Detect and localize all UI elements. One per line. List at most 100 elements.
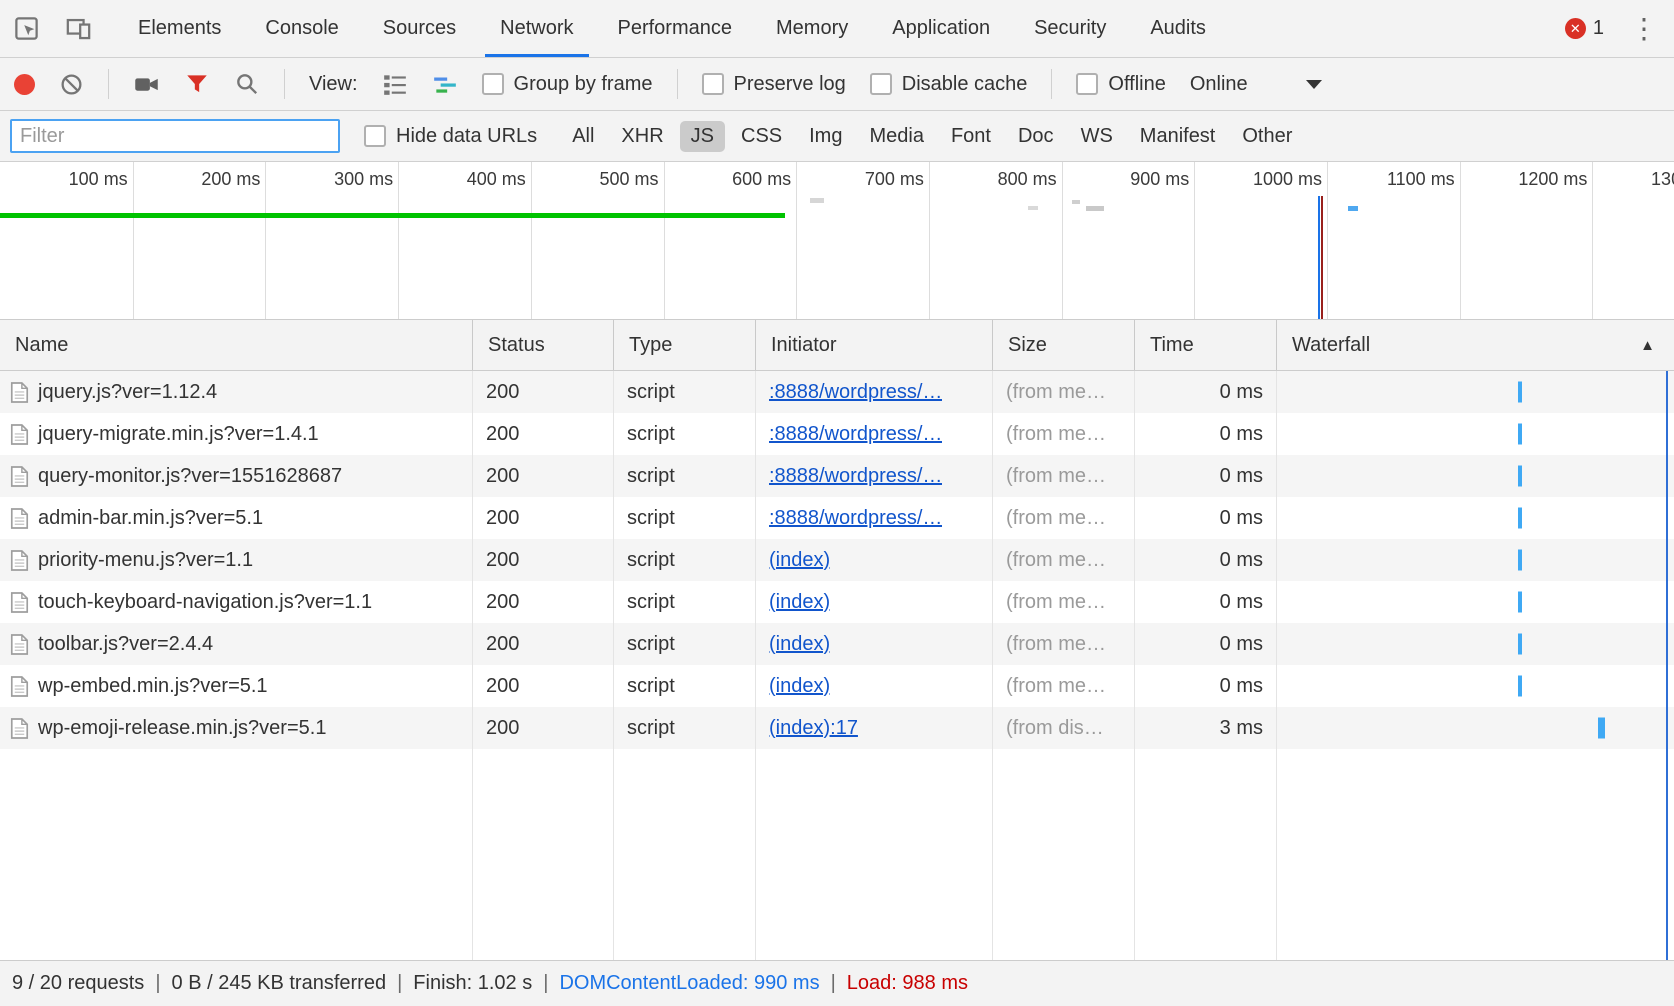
filter-pill-css[interactable]: CSS (730, 121, 793, 152)
request-size: (from me… (993, 413, 1135, 455)
initiator-link[interactable]: (index):17 (769, 717, 858, 740)
initiator-link[interactable]: (index) (769, 675, 830, 698)
waterfall-cell (1277, 623, 1674, 665)
tab-memory[interactable]: Memory (754, 0, 870, 57)
request-name: jquery-migrate.min.js?ver=1.4.1 (38, 423, 319, 446)
offline-checkbox[interactable] (1076, 73, 1098, 95)
network-request-row[interactable]: wp-emoji-release.min.js?ver=5.1 200 scri… (0, 707, 1674, 749)
requests-table: Name Status Type Initiator Size Time Wat… (0, 320, 1674, 960)
throttling-caret-icon[interactable] (1306, 80, 1322, 89)
overview-activity-mark (1072, 200, 1080, 204)
request-status: 200 (473, 665, 614, 707)
network-toolbar: View: Group by frame Preserve log (0, 58, 1674, 111)
request-size: (from me… (993, 455, 1135, 497)
filter-pill-manifest[interactable]: Manifest (1129, 121, 1227, 152)
network-request-row[interactable]: wp-embed.min.js?ver=5.1 200 script (inde… (0, 665, 1674, 707)
request-size: (from me… (993, 665, 1135, 707)
group-by-frame-checkbox[interactable] (482, 73, 504, 95)
request-status: 200 (473, 623, 614, 665)
column-header-type[interactable]: Type (614, 320, 756, 370)
column-header-initiator[interactable]: Initiator (756, 320, 993, 370)
initiator-link[interactable]: :8888/wordpress/… (769, 465, 942, 488)
filter-pill-doc[interactable]: Doc (1007, 121, 1065, 152)
filter-pill-xhr[interactable]: XHR (610, 121, 674, 152)
show-overview-icon[interactable] (432, 71, 458, 97)
network-request-row[interactable]: jquery-migrate.min.js?ver=1.4.1 200 scri… (0, 413, 1674, 455)
column-header-time[interactable]: Time (1135, 320, 1277, 370)
tab-audits[interactable]: Audits (1128, 0, 1228, 57)
network-request-row[interactable]: touch-keyboard-navigation.js?ver=1.1 200… (0, 581, 1674, 623)
network-request-row[interactable]: jquery.js?ver=1.12.4 200 script :8888/wo… (0, 371, 1674, 413)
table-rows: jquery.js?ver=1.12.4 200 script :8888/wo… (0, 371, 1674, 749)
toolbar-divider (677, 69, 678, 99)
more-menu-icon[interactable]: ⋮ (1630, 15, 1658, 43)
large-request-rows-icon[interactable] (382, 71, 408, 97)
hide-data-urls-checkbox[interactable] (364, 125, 386, 147)
initiator-link[interactable]: :8888/wordpress/… (769, 507, 942, 530)
inspect-element-icon[interactable] (0, 0, 52, 57)
request-type: script (614, 455, 756, 497)
network-request-row[interactable]: priority-menu.js?ver=1.1 200 script (ind… (0, 539, 1674, 581)
timeline-label: 1100 ms (1387, 169, 1455, 190)
filter-funnel-icon[interactable] (184, 71, 210, 97)
timeline-label: 100 ms (69, 169, 128, 190)
initiator-link[interactable]: (index) (769, 591, 830, 614)
tab-sources[interactable]: Sources (361, 0, 478, 57)
column-header-status[interactable]: Status (473, 320, 614, 370)
column-header-name[interactable]: Name (0, 320, 473, 370)
request-type: script (614, 371, 756, 413)
tab-performance[interactable]: Performance (596, 0, 755, 57)
timeline-label: 800 ms (998, 169, 1057, 190)
filter-pill-all[interactable]: All (561, 121, 605, 152)
waterfall-tick (1518, 382, 1522, 403)
initiator-link[interactable]: :8888/wordpress/… (769, 381, 942, 404)
tab-network[interactable]: Network (478, 0, 595, 57)
filter-pill-js[interactable]: JS (680, 121, 725, 152)
tab-console[interactable]: Console (243, 0, 360, 57)
clear-icon[interactable] (59, 72, 84, 97)
throttling-select[interactable]: Online (1190, 73, 1248, 96)
file-icon (10, 633, 29, 656)
preserve-log-checkbox[interactable] (702, 73, 724, 95)
tab-strip: ElementsConsoleSourcesNetworkPerformance… (116, 0, 1228, 57)
search-icon[interactable] (234, 71, 260, 97)
initiator-link[interactable]: (index) (769, 549, 830, 572)
load-time[interactable]: Load: 988 ms (847, 972, 968, 995)
summary-status-bar: 9 / 20 requests | 0 B / 245 KB transferr… (0, 960, 1674, 1006)
initiator-link[interactable]: :8888/wordpress/… (769, 423, 942, 446)
tab-elements[interactable]: Elements (116, 0, 243, 57)
initiator-link[interactable]: (index) (769, 633, 830, 656)
column-header-size[interactable]: Size (993, 320, 1135, 370)
request-time: 0 ms (1135, 581, 1277, 623)
capture-screenshots-icon[interactable] (133, 71, 160, 98)
group-by-frame-toggle: Group by frame (482, 73, 653, 96)
waterfall-tick (1518, 466, 1522, 487)
request-type: script (614, 623, 756, 665)
toolbar-divider (1051, 69, 1052, 99)
timeline-label: 200 ms (201, 169, 260, 190)
filter-input[interactable] (10, 119, 340, 153)
network-request-row[interactable]: admin-bar.min.js?ver=5.1 200 script :888… (0, 497, 1674, 539)
network-request-row[interactable]: toolbar.js?ver=2.4.4 200 script (index) … (0, 623, 1674, 665)
request-type: script (614, 413, 756, 455)
filter-pill-other[interactable]: Other (1231, 121, 1303, 152)
timeline-label: 1300 ms (1651, 169, 1674, 190)
disable-cache-checkbox[interactable] (870, 73, 892, 95)
device-toolbar-icon[interactable] (52, 0, 104, 57)
tab-application[interactable]: Application (870, 0, 1012, 57)
record-button[interactable] (14, 74, 35, 95)
filter-pill-media[interactable]: Media (858, 121, 934, 152)
timeline-overview[interactable]: 100 ms200 ms300 ms400 ms500 ms600 ms700 … (0, 162, 1674, 320)
network-request-row[interactable]: query-monitor.js?ver=1551628687 200 scri… (0, 455, 1674, 497)
domcontentloaded-time[interactable]: DOMContentLoaded: 990 ms (559, 972, 819, 995)
filter-pill-ws[interactable]: WS (1070, 121, 1124, 152)
column-header-waterfall[interactable]: Waterfall ▲ (1277, 320, 1674, 370)
waterfall-cell (1277, 413, 1674, 455)
overview-load-line (1321, 196, 1323, 319)
request-status: 200 (473, 455, 614, 497)
offline-label: Offline (1108, 73, 1165, 96)
filter-pill-font[interactable]: Font (940, 121, 1002, 152)
filter-pill-img[interactable]: Img (798, 121, 853, 152)
tab-security[interactable]: Security (1012, 0, 1128, 57)
error-badge[interactable]: ✕ 1 (1565, 17, 1604, 40)
